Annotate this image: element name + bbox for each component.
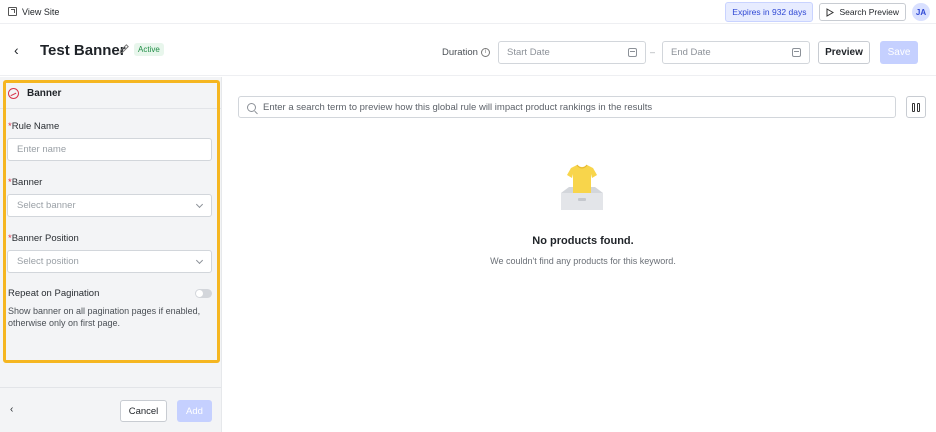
start-date-input[interactable]: Start Date [498, 41, 646, 64]
calendar-icon [628, 48, 637, 57]
panel-title: Banner [27, 88, 62, 99]
banner-position-label: *Banner Position [8, 233, 79, 244]
banner-select-placeholder: Select banner [17, 200, 76, 211]
columns-icon [912, 102, 915, 112]
page-header: ‹ Test Banner Active Duration i Start Da… [0, 26, 936, 76]
columns-toggle-button[interactable] [906, 96, 926, 118]
top-right-actions: Expires in 932 days Search Preview JA [725, 2, 930, 22]
duration-text: Duration [442, 47, 478, 58]
info-circle-icon[interactable]: i [480, 48, 490, 57]
play-icon [826, 7, 835, 17]
empty-state-subtitle: We couldn't find any products for this k… [490, 256, 676, 266]
banner-position-label-text: Banner Position [11, 233, 79, 244]
external-link-icon [8, 7, 17, 16]
page-title: Test Banner [40, 42, 126, 59]
view-site-link[interactable]: View Site [8, 7, 59, 17]
view-site-label: View Site [22, 6, 60, 17]
end-date-input[interactable]: End Date [662, 41, 810, 64]
add-button[interactable]: Add [177, 400, 212, 422]
expires-badge: Expires in 932 days [725, 2, 814, 22]
end-date-placeholder: End Date [671, 47, 711, 58]
columns-icon [917, 102, 920, 112]
repeat-pagination-row: Repeat on Pagination [8, 288, 212, 299]
search-preview-button[interactable]: Search Preview [819, 3, 906, 21]
chevron-down-icon [195, 200, 204, 208]
rule-name-input[interactable] [7, 138, 212, 161]
back-arrow-icon[interactable]: ‹ [14, 42, 19, 58]
preview-button[interactable]: Preview [818, 41, 870, 64]
repeat-pagination-label: Repeat on Pagination [8, 288, 100, 299]
duration-label: Duration i [442, 47, 490, 58]
pencil-icon[interactable] [118, 43, 130, 55]
panel-header: Banner [8, 88, 61, 99]
start-date-placeholder: Start Date [507, 47, 550, 58]
save-button[interactable]: Save [880, 41, 918, 64]
collapse-panel-icon[interactable]: ‹ [10, 404, 13, 415]
chevron-down-icon [195, 256, 204, 264]
top-bar: View Site Expires in 932 days Search Pre… [0, 0, 936, 24]
banner-position-select[interactable]: Select position [7, 250, 212, 273]
banner-position-placeholder: Select position [17, 256, 79, 267]
repeat-pagination-help: Show banner on all pagination pages if e… [8, 306, 201, 328]
banner-label-text: Banner [11, 177, 43, 188]
status-badge: Active [134, 43, 164, 56]
banner-select[interactable]: Select banner [7, 194, 212, 217]
empty-state-title: No products found. [532, 235, 634, 247]
user-avatar[interactable]: JA [912, 3, 930, 21]
cancel-button[interactable]: Cancel [120, 400, 167, 422]
preview-search-box[interactable] [238, 96, 896, 118]
footer-divider [0, 387, 221, 388]
search-icon [247, 102, 256, 112]
panel-divider [0, 108, 221, 109]
repeat-pagination-toggle[interactable] [195, 289, 212, 298]
date-separator: – [650, 47, 656, 57]
rule-name-label: *Rule Name [8, 121, 59, 132]
search-preview-label: Search Preview [839, 7, 899, 17]
banner-label: *Banner [8, 177, 42, 188]
rule-settings-panel: Banner *Rule Name *Banner Select banner … [0, 77, 222, 432]
preview-search-input[interactable] [263, 101, 883, 113]
rule-name-label-text: Rule Name [11, 121, 60, 132]
empty-box-icon [558, 160, 606, 214]
calendar-icon [792, 48, 801, 57]
banner-icon [8, 88, 19, 99]
